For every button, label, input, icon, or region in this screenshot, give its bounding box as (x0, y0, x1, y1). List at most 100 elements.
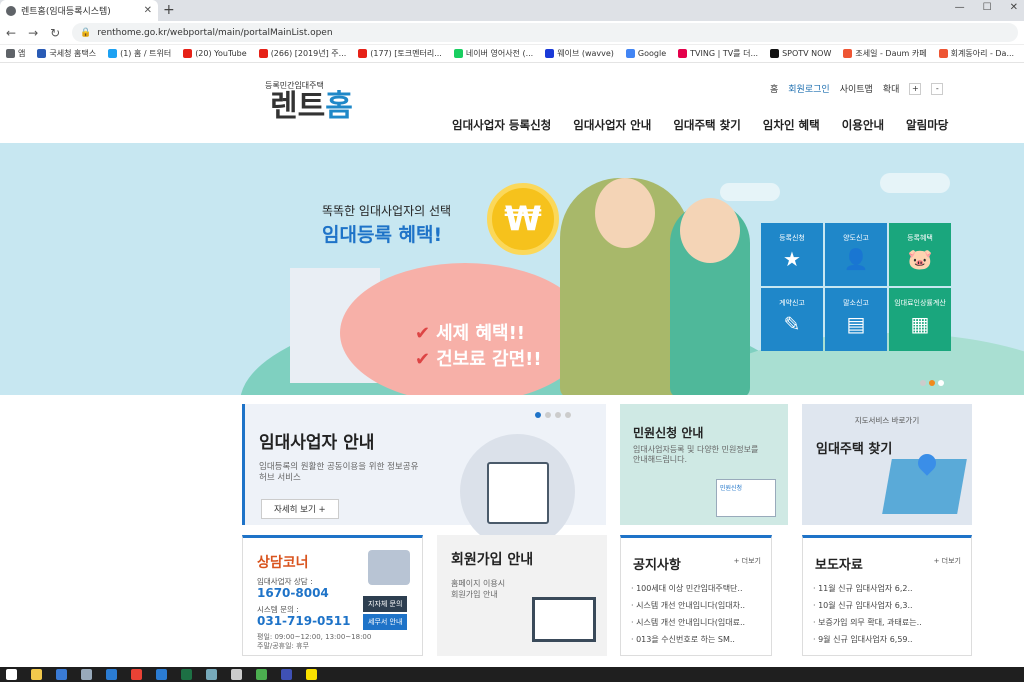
minimize-icon[interactable]: — (955, 2, 965, 13)
close-window-icon[interactable]: ✕ (1010, 2, 1018, 13)
back-icon[interactable]: ← (6, 26, 16, 40)
bookmark-item[interactable]: (1) 홈 / 트위터 (108, 48, 171, 59)
logo-text-b: 홈 (325, 89, 353, 124)
cloud-illustration (880, 173, 950, 193)
quick-menu-item[interactable]: 양도신고 👤 (825, 223, 887, 286)
face-illustration (595, 178, 655, 248)
bookmark-item[interactable]: SPOTV NOW (770, 49, 831, 58)
signup-guide-card[interactable]: 회원가입 안내 홈페이지 이용시 회원가입 안내 (437, 535, 607, 656)
find-rental-card[interactable]: 지도서비스 바로가기 임대주택 찾기 (802, 404, 972, 525)
browser-tab[interactable]: 렌트홈(임대등록시스템) ✕ (0, 0, 158, 21)
bookmark-item[interactable]: (177) [토크멘터리... (358, 48, 442, 59)
hero-benefit-2: ✔ 건보료 감면!! (415, 349, 542, 370)
file-explorer-icon[interactable] (31, 669, 42, 680)
close-icon[interactable]: ✕ (144, 5, 152, 16)
reload-icon[interactable]: ↻ (50, 26, 60, 40)
bookmark-item[interactable]: TVING | TV를 더... (678, 48, 758, 59)
slide-dot[interactable] (565, 412, 571, 418)
bookmark-item[interactable]: (20) YouTube (183, 49, 247, 58)
petition-guide-card[interactable]: 민원신청 안내 임대사업자등록 및 다양한 민원정보를 안내해드립니다. 민원신… (620, 404, 788, 525)
slide-dot[interactable] (545, 412, 551, 418)
new-tab-button[interactable]: + (163, 2, 175, 18)
quick-menu-item[interactable]: 등록신청 ★ (761, 223, 823, 286)
slide-dot[interactable] (920, 380, 926, 386)
bookmark-item[interactable]: 웨이브 (wavve) (545, 48, 614, 59)
list-item[interactable]: 보증가입 의무 확대, 과태료는.. (813, 614, 951, 631)
forward-icon[interactable]: → (28, 26, 38, 40)
details-button[interactable]: 자세히 보기 + (261, 499, 339, 519)
quick-menu-label: 등록신청 (779, 234, 805, 242)
util-sitemap[interactable]: 사이트맵 (840, 82, 873, 95)
list-item[interactable]: 시스템 개선 안내입니다(임대료.. (631, 614, 769, 631)
maximize-icon[interactable]: ☐ (983, 2, 992, 13)
landlord-guide-card[interactable]: 임대사업자 안내 임대등록의 원활한 공동이용을 위한 정보공유 허브 서비스 … (242, 404, 606, 549)
edge-icon[interactable] (106, 669, 117, 680)
kakaotalk-icon[interactable] (306, 669, 317, 680)
nav-usage-guide[interactable]: 이용안내 (842, 117, 884, 133)
slide-dot-active[interactable] (535, 412, 541, 418)
url-text: renthome.go.kr/webportal/main/portalMain… (97, 27, 333, 38)
nav-tenant-benefit[interactable]: 임차인 혜택 (763, 117, 820, 133)
quick-menu-item[interactable]: 계약신고 ✎ (761, 288, 823, 351)
app-icon[interactable] (281, 669, 292, 680)
app-icon[interactable] (256, 669, 267, 680)
bookmark-label: TVING | TV를 더... (690, 49, 759, 58)
app-icon[interactable] (206, 669, 217, 680)
slide-dot[interactable] (555, 412, 561, 418)
nav-find-rental[interactable]: 임대주택 찾기 (673, 117, 740, 133)
card-title: 보도자료 (815, 558, 863, 573)
more-link[interactable]: + 더보기 (934, 556, 961, 566)
quick-menu-icon: 👤 (843, 247, 869, 271)
quick-menu-item[interactable]: 말소신고 ▤ (825, 288, 887, 351)
zoom-in-button[interactable]: + (909, 82, 922, 95)
card-title: 민원신청 안내 (633, 426, 704, 440)
bookmark-icon (938, 49, 948, 58)
more-link[interactable]: + 더보기 (734, 556, 761, 566)
store-icon[interactable] (56, 669, 67, 680)
bookmark-item[interactable]: 회계동아리 - Da... (938, 48, 1014, 59)
list-item[interactable]: 013을 수신번호로 하는 SM.. (631, 631, 769, 648)
bookmark-icon (258, 49, 268, 58)
app-icon[interactable] (231, 669, 242, 680)
local-gov-inquiry-button[interactable]: 지자체 문의 (363, 596, 408, 612)
window-controls: — ☐ ✕ (955, 2, 1018, 13)
quick-menu-icon: ★ (783, 247, 801, 271)
quick-menu-item[interactable]: 등록혜택 🐷 (889, 223, 951, 286)
bookmark-item[interactable]: (266) [2019년] 주... (258, 48, 346, 59)
util-home[interactable]: 홈 (770, 82, 778, 95)
list-item[interactable]: 시스템 개선 안내입니다(임대차.. (631, 597, 769, 614)
zoom-out-button[interactable]: - (931, 82, 944, 95)
app-icon[interactable] (81, 669, 92, 680)
bookmark-label: Google (637, 49, 667, 58)
bookmark-item[interactable]: Google (625, 49, 667, 58)
site-logo[interactable]: 등록민간임대주택 렌트홈 (265, 80, 353, 123)
quick-menu-item[interactable]: 임대료인상률계산 ▦ (889, 288, 951, 351)
nav-notice-board[interactable]: 알림마당 (906, 117, 948, 133)
card-title: 상담코너 (257, 555, 309, 571)
bookmark-item[interactable]: 조세일 - Daum 카페 (843, 48, 927, 59)
list-item[interactable]: 9월 신규 임대사업자 6,59.. (813, 631, 951, 648)
taskbar (0, 667, 1024, 682)
bookmark-item[interactable]: 네이버 영어사전 (... (453, 48, 533, 59)
list-item[interactable]: 100세대 이상 민간임대주택단.. (631, 580, 769, 597)
bookmark-item[interactable]: 앱 (6, 48, 25, 59)
bookmark-label: (1) 홈 / 트위터 (120, 49, 172, 58)
internet-explorer-icon[interactable] (156, 669, 167, 680)
windows-start-icon[interactable] (6, 669, 17, 680)
pause-icon[interactable] (938, 380, 944, 386)
excel-icon[interactable] (181, 669, 192, 680)
util-login[interactable]: 회원로그인 (788, 82, 829, 95)
list-item[interactable]: 10월 신규 임대사업자 6,3.. (813, 597, 951, 614)
tax-office-guide-button[interactable]: 세무서 안내 (363, 614, 408, 630)
nav-register[interactable]: 임대사업자 등록신청 (452, 117, 551, 133)
list-item[interactable]: 11월 신규 임대사업자 6,2.. (813, 580, 951, 597)
chrome-icon[interactable] (131, 669, 142, 680)
card-title: 공지사항 (633, 558, 681, 573)
bookmark-item[interactable]: 국세청 홈택스 (37, 48, 96, 59)
url-field[interactable]: 🔒 renthome.go.kr/webportal/main/portalMa… (72, 23, 1018, 42)
hero-subtitle: 똑똑한 임대사업자의 선택 (322, 204, 452, 218)
slide-indicator (920, 380, 944, 386)
slide-dot-active[interactable] (929, 380, 935, 386)
bookmark-label: 국세청 홈택스 (49, 49, 97, 58)
nav-landlord-guide[interactable]: 임대사업자 안내 (573, 117, 651, 133)
